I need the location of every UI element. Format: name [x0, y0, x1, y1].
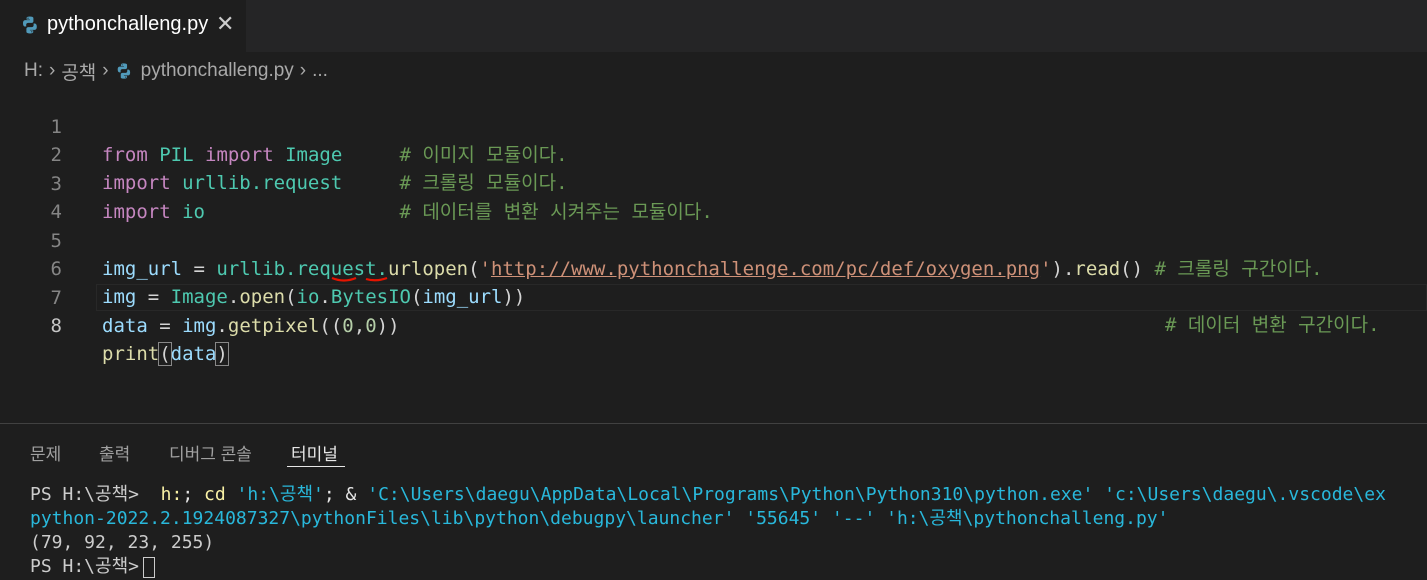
- code-line: 3 import io # 데이터를 변환 시켜주는 모듈이다.: [0, 142, 1427, 223]
- operator: =: [147, 315, 183, 337]
- code-line-current: 8 print(data): [0, 284, 1427, 366]
- terminal-cursor: [142, 556, 155, 578]
- terminal-output: (79, 92, 23, 255): [30, 532, 215, 553]
- code-line: 2 import urllib.request # 크롤링 모듈이다.: [0, 113, 1427, 194]
- terminal-string: 'h:\공책': [225, 484, 324, 505]
- terminal-line: PS H:\공책>: [30, 555, 1386, 579]
- terminal-line: PS H:\공책> h:; cd 'h:\공책'; & 'C:\Users\da…: [30, 483, 1386, 507]
- number-literal: 0: [365, 315, 377, 337]
- dot: .: [216, 315, 228, 337]
- variable: data: [102, 315, 148, 337]
- terminal-command: cd: [204, 484, 226, 505]
- terminal-line: python-2022.2.1924087327\pythonFiles\lib…: [30, 508, 1169, 529]
- paren: ((: [319, 315, 343, 337]
- bracket-match: ): [215, 342, 229, 366]
- chevron-right-icon: ›: [49, 60, 56, 81]
- code-line: 4: [0, 170, 1427, 223]
- python-file-icon: [23, 16, 37, 34]
- terminal[interactable]: PS H:\공책> h:; cd 'h:\공책'; & 'C:\Users\da…: [30, 483, 1386, 579]
- terminal-text: ;: [182, 484, 205, 505]
- breadcrumb: H: › 공책 › pythonchalleng.py › ...: [24, 58, 328, 84]
- active-tab-indicator: [287, 466, 345, 467]
- breadcrumb-drive[interactable]: H:: [24, 60, 43, 82]
- variable: data: [170, 343, 217, 365]
- chevron-right-icon: ›: [102, 60, 109, 81]
- tab-problems[interactable]: 문제: [30, 440, 61, 465]
- terminal-prompt: PS H:\공책>: [30, 556, 139, 577]
- tab-terminal[interactable]: 터미널: [291, 440, 338, 465]
- terminal-string: 'c:\Users\daegu\.vscode\ex: [1093, 484, 1386, 505]
- close-icon[interactable]: ✕: [216, 11, 234, 37]
- code-line: 6 img = Image.open(io.BytesIO(img_url)) …: [0, 227, 1427, 336]
- code-editor[interactable]: 1 from PIL import Image # 이미지 모듈이다. 2 im…: [0, 85, 1427, 415]
- red-underline-annotation: [331, 276, 388, 282]
- terminal-command: h:: [149, 484, 183, 505]
- paren: )): [376, 315, 400, 337]
- tab-label: pythonchalleng.py: [47, 13, 209, 35]
- code-line: 5 img_url = urllib.request.urlopen('http…: [0, 199, 1427, 280]
- function-name: print: [102, 343, 160, 365]
- variable: img: [182, 315, 217, 337]
- editor-tab-bar: pythonchalleng.py ✕: [0, 0, 1427, 52]
- code-comment: # 데이터 변환 구간이다.: [1165, 314, 1380, 336]
- line-number: 8: [50, 315, 62, 337]
- comma: ,: [353, 315, 366, 337]
- bracket-match: (: [158, 342, 172, 366]
- tab-pythonchalleng[interactable]: pythonchalleng.py ✕: [0, 0, 246, 52]
- breadcrumb-more[interactable]: ...: [312, 60, 328, 82]
- code-line: 7 data = img.getpixel((0,0)): [0, 256, 1427, 337]
- tab-debug-console[interactable]: 디버그 콘솔: [169, 440, 252, 465]
- python-file-icon: [117, 63, 130, 79]
- breadcrumb-folder[interactable]: 공책: [61, 58, 96, 85]
- terminal-text: ; &: [323, 484, 368, 505]
- bottom-panel: 문제 출력 디버그 콘솔 터미널 PS H:\공책> h:; cd 'h:\공책…: [0, 424, 1427, 580]
- terminal-string: 'C:\Users\daegu\AppData\Local\Programs\P…: [367, 484, 1094, 505]
- code-line: 1 from PIL import Image # 이미지 모듈이다.: [0, 85, 1427, 166]
- function-name: getpixel: [227, 315, 320, 337]
- chevron-right-icon: ›: [299, 60, 307, 81]
- number-literal: 0: [342, 315, 354, 337]
- breadcrumb-file[interactable]: pythonchalleng.py: [141, 60, 294, 82]
- tab-output[interactable]: 출력: [99, 440, 130, 465]
- terminal-prompt: PS H:\공책>: [30, 484, 150, 505]
